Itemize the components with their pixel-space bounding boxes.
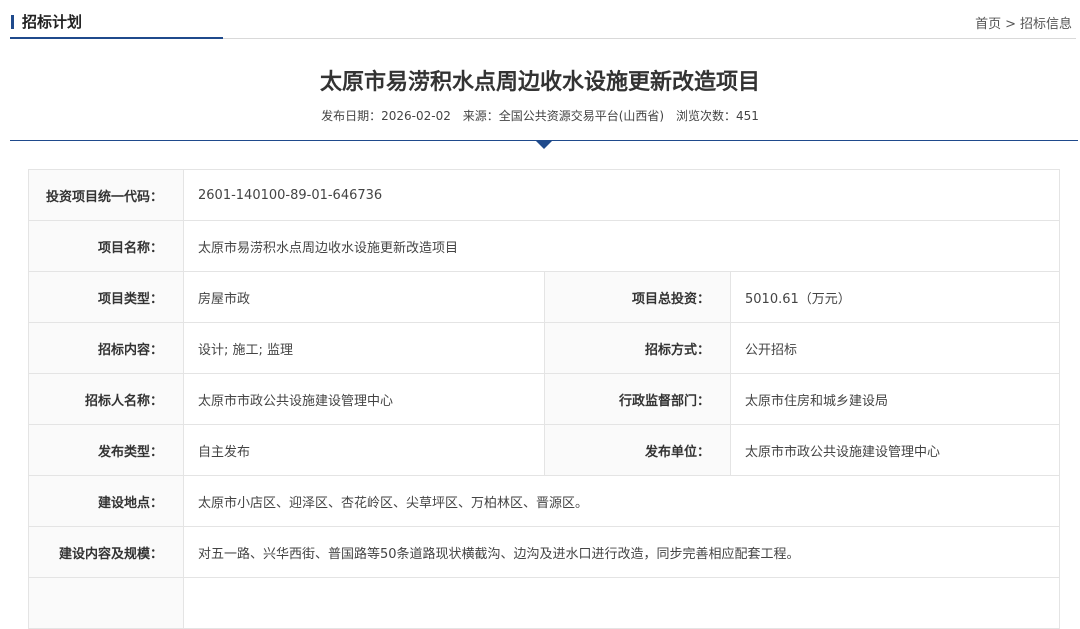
table-row [28,577,1061,629]
release-type-label: 发布类型： [28,424,184,476]
tenderer-value: 太原市市政公共设施建设管理中心 [183,373,545,425]
table-row: 投资项目统一代码： 2601-140100-89-01-646736 [28,169,1061,221]
empty-value-cell [182,577,1061,629]
breadcrumb-current-link[interactable]: 招标信息 [1020,17,1072,32]
table-row: 建设内容及规模： 对五一路、兴华西街、普国路等50条道路现状横截沟、边沟及进水口… [28,526,1061,578]
breadcrumb: 首页 > 招标信息 [975,13,1072,32]
project-type-label: 项目类型： [28,271,184,323]
scope-label: 建设内容及规模： [28,526,184,578]
table-row: 发布类型： 自主发布 发布单位： 太原市市政公共设施建设管理中心 [28,424,1061,476]
project-name-value: 太原市易涝积水点周边收水设施更新改造项目 [182,220,1061,272]
publish-date-value: 2026-02-02 [381,109,451,123]
code-value: 2601-140100-89-01-646736 [182,169,1061,221]
source-label: 来源： [462,109,499,123]
article-title: 太原市易涝积水点周边收水设施更新改造项目 [319,70,760,95]
release-unit-label: 发布单位： [544,424,731,476]
project-type-value: 房屋市政 [183,271,545,323]
release-type-value: 自主发布 [183,424,545,476]
article-meta: 发布日期：2026-02-02 来源：全国公共资源交易平台(山西省) 浏览次数：… [0,107,1080,124]
table-row: 招标内容： 设计; 施工; 监理 招标方式： 公开招标 [28,322,1061,374]
code-label: 投资项目统一代码： [28,169,184,221]
publish-date: 发布日期：2026-02-02 [321,109,451,123]
section-underline-active [10,37,223,39]
section-header: 招标计划 首页 > 招标信息 [0,0,1080,40]
section-marker [11,15,14,29]
breadcrumb-separator: > [1005,17,1016,32]
tender-content-label: 招标内容： [28,322,184,374]
section-underline [223,38,1076,39]
table-row: 建设地点： 太原市小店区、迎泽区、杏花岭区、尖草坪区、万柏林区、晋源区。 [28,475,1061,527]
scope-value: 对五一路、兴华西街、普国路等50条道路现状横截沟、边沟及进水口进行改造，同步完善… [182,526,1061,578]
table-row: 项目类型： 房屋市政 项目总投资： 5010.61（万元） [28,271,1061,323]
view-count-label: 浏览次数： [675,109,736,123]
project-details-table: 投资项目统一代码： 2601-140100-89-01-646736 项目名称：… [28,169,1061,629]
section-title: 招标计划 [22,13,83,31]
release-unit-value: 太原市市政公共设施建设管理中心 [729,424,1061,476]
table-row: 项目名称： 太原市易涝积水点周边收水设施更新改造项目 [28,220,1061,272]
total-investment-value: 5010.61（万元） [729,271,1061,323]
table-row: 招标人名称： 太原市市政公共设施建设管理中心 行政监督部门： 太原市住房和城乡建… [28,373,1061,425]
breadcrumb-home-link[interactable]: 首页 [975,17,1001,32]
source-value: 全国公共资源交易平台(山西省) [498,109,665,123]
location-label: 建设地点： [28,475,184,527]
location-value: 太原市小店区、迎泽区、杏花岭区、尖草坪区、万柏林区、晋源区。 [182,475,1061,527]
divider-arrow-icon [535,140,553,149]
tenderer-label: 招标人名称： [28,373,184,425]
view-count: 浏览次数：451 [676,109,759,123]
supervisor-value: 太原市住房和城乡建设局 [729,373,1061,425]
source: 来源：全国公共资源交易平台(山西省) [463,109,664,123]
tender-content-value: 设计; 施工; 监理 [183,322,545,374]
tender-method-value: 公开招标 [729,322,1061,374]
total-investment-label: 项目总投资： [544,271,731,323]
view-count-value: 451 [735,109,759,123]
tender-method-label: 招标方式： [544,322,731,374]
project-name-label: 项目名称： [28,220,184,272]
empty-label-cell [28,577,184,629]
publish-date-label: 发布日期： [321,109,382,123]
supervisor-label: 行政监督部门： [544,373,731,425]
